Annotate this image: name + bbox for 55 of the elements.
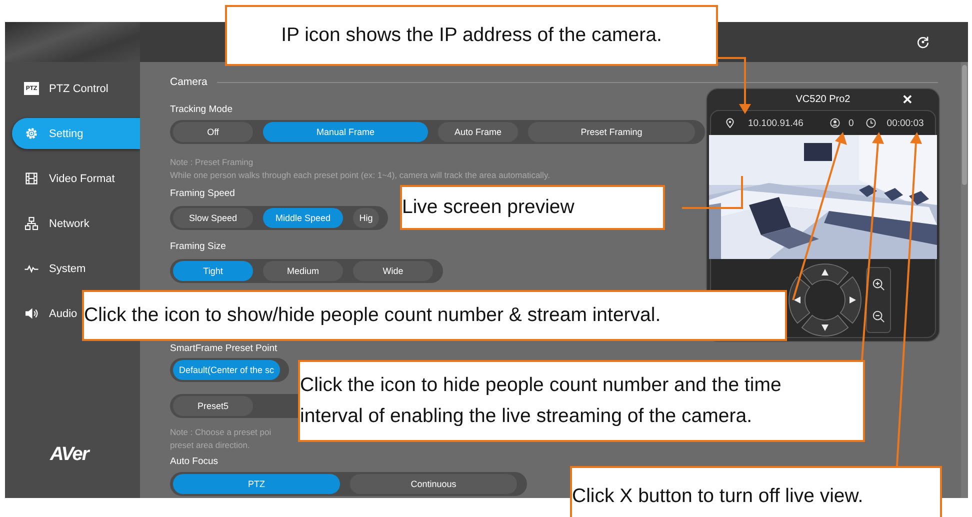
option-button[interactable]: Preset Framing bbox=[528, 122, 695, 142]
nav-item[interactable]: System bbox=[5, 253, 86, 284]
preview-title: VC520 Pro2 bbox=[796, 94, 850, 105]
network-icon bbox=[24, 216, 39, 231]
option-button[interactable]: Tight bbox=[173, 261, 253, 281]
refresh-icon[interactable] bbox=[916, 35, 930, 49]
film-icon bbox=[24, 171, 39, 186]
pan-right-button[interactable] bbox=[839, 276, 861, 324]
note-text: preset area direction. bbox=[170, 439, 251, 452]
logo: AVer bbox=[50, 444, 91, 466]
field-label: Framing Size bbox=[170, 241, 226, 253]
option-button[interactable]: Hig bbox=[353, 208, 379, 228]
option-button[interactable]: Manual Frame bbox=[263, 122, 428, 142]
nav-item[interactable]: Video Format bbox=[5, 163, 115, 194]
field-label: Auto Focus bbox=[170, 456, 218, 468]
gear-icon bbox=[24, 126, 39, 141]
option-button[interactable]: Slow Speed bbox=[173, 208, 253, 228]
callout-text: Click the icon to hide people count number and the time interval of enabling the live streaming of the camera. bbox=[300, 373, 782, 429]
option-button[interactable]: Default(Center of the sc bbox=[173, 360, 280, 380]
nav-item[interactable]: Audio bbox=[5, 298, 78, 329]
zoom-in-icon[interactable] bbox=[872, 278, 884, 290]
location-pin-icon[interactable] bbox=[725, 118, 735, 128]
option-button[interactable]: Off bbox=[173, 122, 253, 142]
close-button[interactable]: ✕ bbox=[900, 92, 915, 108]
people-count: 0 bbox=[848, 118, 854, 128]
pan-down-button[interactable] bbox=[800, 314, 848, 336]
callout-text: Live screen preview bbox=[402, 195, 574, 220]
clock-icon[interactable] bbox=[866, 118, 876, 128]
field-label: Framing Speed bbox=[170, 188, 235, 200]
pan-left-button[interactable] bbox=[788, 276, 810, 324]
person-icon[interactable] bbox=[830, 118, 840, 128]
option-button[interactable]: Preset5 bbox=[173, 396, 253, 416]
option-button[interactable]: PTZ bbox=[173, 474, 340, 494]
option-button[interactable]: Middle Speed bbox=[263, 208, 343, 228]
elapsed-time: 00:00:03 bbox=[886, 118, 924, 128]
field-label: SmartFrame Preset Point bbox=[170, 343, 278, 355]
note-text: Note : Choose a preset poi bbox=[170, 426, 272, 439]
note-text: While one person walks through each preset point (ex: 1~4), camera will track the area automatically. bbox=[170, 169, 550, 182]
leader-line bbox=[682, 176, 743, 209]
nav-item[interactable]: Network bbox=[5, 208, 90, 239]
zoom-out-icon[interactable] bbox=[872, 310, 884, 322]
option-button[interactable]: Medium bbox=[263, 261, 343, 281]
speaker-icon bbox=[24, 306, 39, 321]
pan-up-button[interactable] bbox=[800, 264, 848, 286]
callout-text: IP icon shows the IP address of the camera. bbox=[281, 23, 662, 48]
callout-text: Click X button to turn off live view. bbox=[572, 484, 864, 508]
option-button[interactable]: Wide bbox=[353, 261, 433, 281]
section-title: Camera bbox=[170, 76, 208, 88]
note-text: Note : Preset Framing bbox=[170, 156, 254, 169]
option-button[interactable]: Auto Frame bbox=[438, 122, 518, 142]
option-button[interactable]: Continuous bbox=[350, 474, 517, 494]
field-label: Tracking Mode bbox=[170, 104, 232, 116]
callout-text: Click the icon to show/hide people count number & stream interval. bbox=[84, 303, 661, 328]
scrollbar[interactable] bbox=[961, 62, 968, 498]
ip-address: 10.100.91.46 bbox=[748, 118, 804, 128]
